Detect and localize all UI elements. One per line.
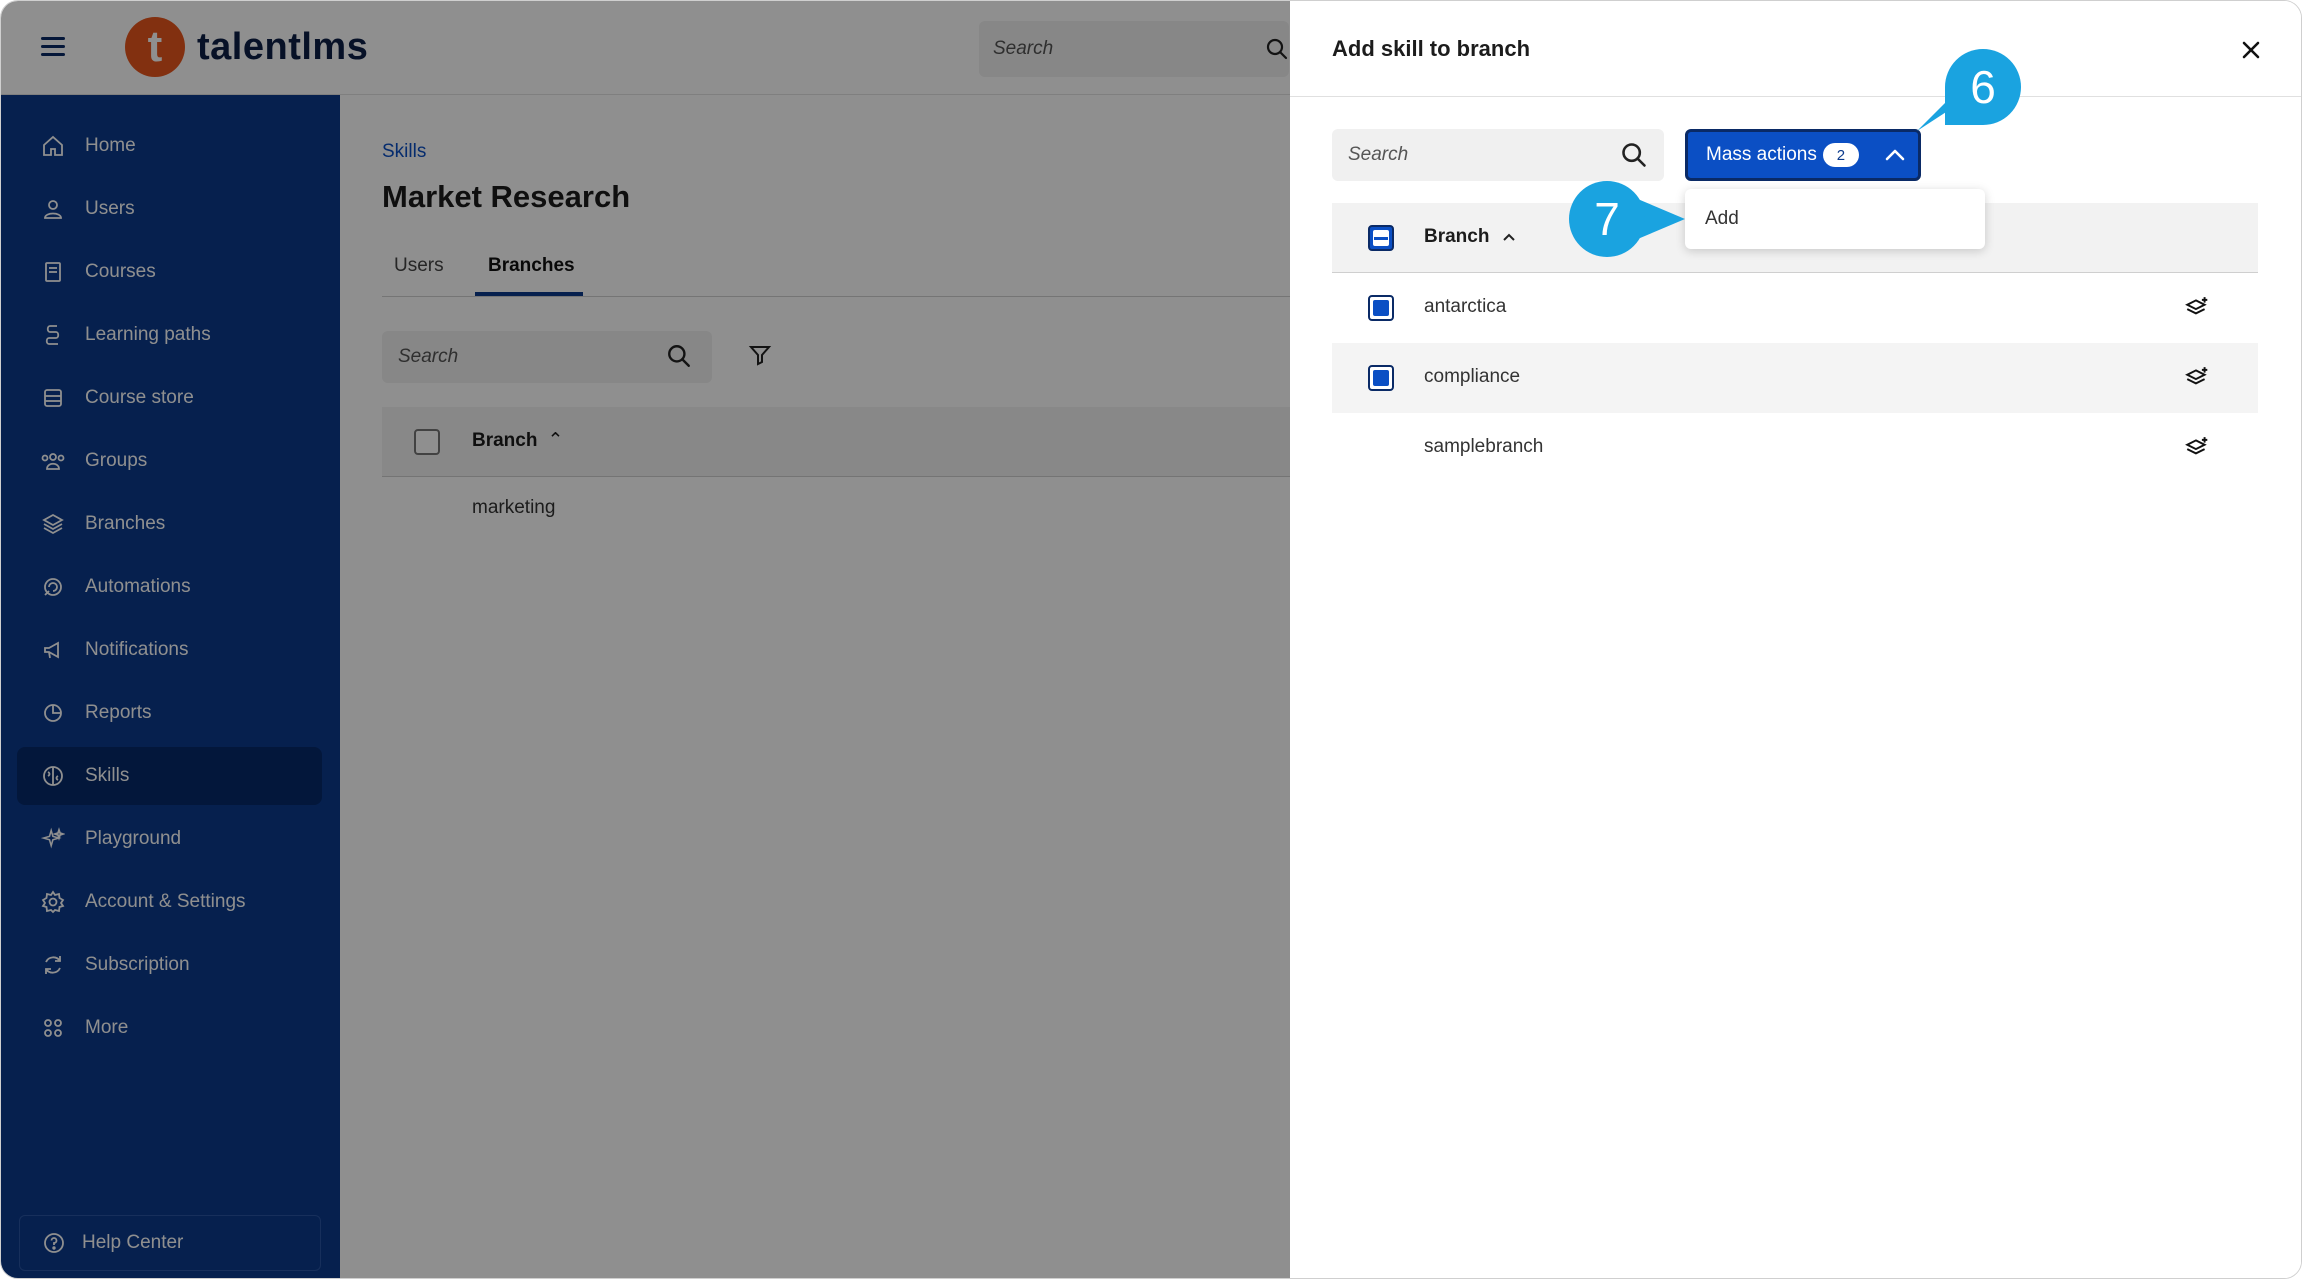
close-button[interactable] [2236,35,2266,65]
app-window: t talentlms Search Home Users Courses Le… [0,0,2302,1279]
drawer-title: Add skill to branch [1332,36,1531,61]
add-skill-action[interactable] [2182,363,2212,393]
chevron-up-icon [1885,149,1905,161]
table-row[interactable]: antarctica [1332,273,2258,343]
drawer-header: Add skill to branch [1290,1,2301,97]
layers-add-icon [2185,297,2208,315]
mass-actions-label: Mass actions [1706,144,1817,165]
row-checkbox[interactable] [1368,365,1394,391]
step-callout-6: 6 [1945,49,2021,125]
sort-ascending-icon [1503,233,1516,241]
search-icon [1622,143,1646,167]
drawer-search-input[interactable] [1348,141,1608,169]
dropdown-item-add[interactable]: Add [1685,189,1985,249]
mass-actions-button[interactable]: Mass actions 2 [1685,129,1921,181]
selected-count-badge: 2 [1822,143,1859,167]
column-header-branch[interactable]: Branch [1424,226,1517,248]
branch-name: antarctica [1424,296,1507,317]
modal-overlay[interactable] [1,1,1290,1278]
table-row[interactable]: compliance [1332,343,2258,413]
drawer-search-field[interactable] [1332,129,1664,181]
table-row[interactable]: samplebranch [1332,413,2258,483]
step-callout-7: 7 [1569,181,1645,257]
close-icon [2242,41,2260,59]
mass-actions-dropdown: Add [1685,189,1985,249]
branch-name: compliance [1424,366,1521,387]
row-checkbox[interactable] [1368,295,1394,321]
select-all-checkbox[interactable] [1368,225,1394,251]
layers-add-icon [2185,367,2208,385]
add-skill-drawer: Add skill to branch Mass actions 2 Branc… [1290,1,2301,1278]
add-skill-action[interactable] [2182,433,2212,463]
add-skill-action[interactable] [2182,293,2212,323]
column-header-label: Branch [1424,226,1490,247]
layers-add-icon [2185,437,2208,455]
branch-name: samplebranch [1424,436,1544,457]
